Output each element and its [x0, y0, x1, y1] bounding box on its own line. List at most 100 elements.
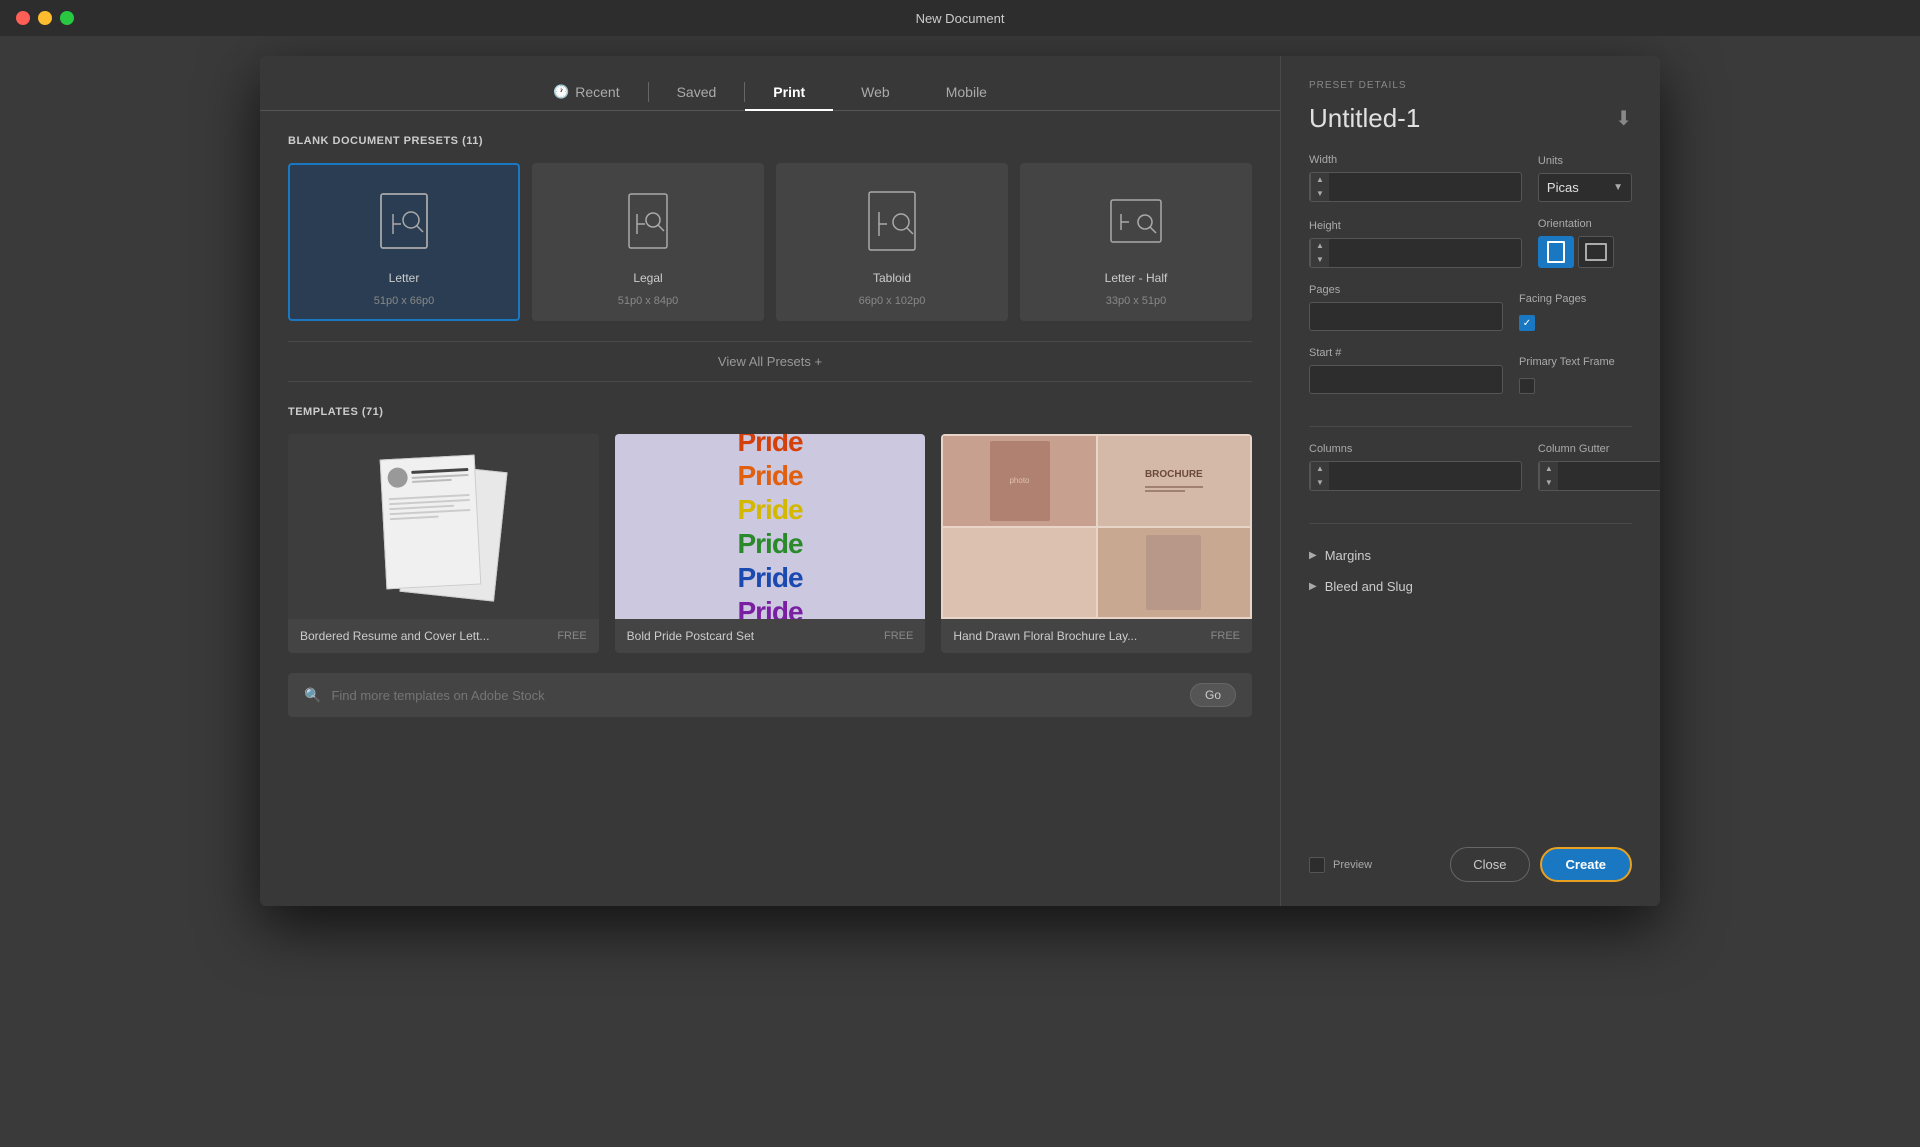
form-group-orientation: Orientation [1538, 218, 1632, 268]
tab-saved[interactable]: Saved [649, 74, 745, 110]
preview-label: Preview [1333, 859, 1372, 871]
search-icon: 🔍 [304, 687, 321, 704]
save-preset-icon[interactable]: ⬇ [1615, 106, 1632, 131]
start-hash-input[interactable]: 1 [1310, 366, 1502, 393]
height-down[interactable]: ▼ [1311, 253, 1329, 267]
orientation-portrait-button[interactable] [1538, 236, 1574, 268]
column-gutter-down[interactable]: ▼ [1540, 476, 1558, 490]
preset-icon-legal [608, 181, 688, 261]
search-go-button[interactable]: Go [1190, 683, 1236, 707]
dialog-wrapper: 🕐 Recent Saved Print Web Mobile [0, 36, 1920, 1147]
preset-card-letter[interactable]: Letter 51p0 x 66p0 [288, 163, 520, 321]
close-window-button[interactable] [16, 11, 30, 25]
maximize-window-button[interactable] [60, 11, 74, 25]
units-select[interactable]: Picas ▼ [1538, 173, 1632, 202]
preset-title-row: Untitled-1 ⬇ [1309, 103, 1632, 134]
templates-grid: Bordered Resume and Cover Lett... FREE P… [288, 434, 1252, 653]
column-gutter-input[interactable]: 1p0 [1558, 463, 1660, 490]
orientation-landscape-button[interactable] [1578, 236, 1614, 268]
preset-label-letter-half: Letter - Half [1105, 271, 1168, 285]
form-group-column-gutter: Column Gutter ▲ ▼ 1p0 [1538, 443, 1660, 491]
form-group-units: Units Picas ▼ [1538, 155, 1632, 202]
tab-web-label: Web [861, 84, 890, 100]
columns-up[interactable]: ▲ [1311, 462, 1329, 476]
template-name-floral: Hand Drawn Floral Brochure Lay... [953, 629, 1137, 643]
template-card-pride[interactable]: Pride Pride Pride Pride Pride Pride Bold… [615, 434, 926, 653]
template-footer-floral: Hand Drawn Floral Brochure Lay... FREE [941, 619, 1252, 653]
form-row-width-units: Width ▲ ▼ 51p0 Units Picas ▼ [1309, 154, 1632, 202]
columns-label: Columns [1309, 443, 1522, 455]
view-all-presets-button[interactable]: View All Presets + [288, 341, 1252, 382]
form-group-primary-text: Primary Text Frame [1519, 356, 1632, 394]
bleed-slug-arrow-icon: ▶ [1309, 581, 1317, 592]
template-thumb-floral: photo BROCHURE [941, 434, 1252, 619]
pages-input-wrapper: 1 [1309, 302, 1503, 331]
divider-2 [1309, 523, 1632, 524]
height-input-wrapper: ▲ ▼ 66p0 [1309, 238, 1522, 268]
form-row-columns-gutter: Columns ▲ ▼ 1 Column Gutter ▲ ▼ [1309, 443, 1632, 491]
bleed-slug-label: Bleed and Slug [1325, 579, 1413, 594]
width-spinner[interactable]: ▲ ▼ [1310, 173, 1329, 201]
facing-pages-checkbox-group: ✓ [1519, 315, 1632, 331]
facing-pages-label: Facing Pages [1519, 293, 1632, 305]
tab-mobile[interactable]: Mobile [918, 74, 1015, 110]
tab-recent[interactable]: 🕐 Recent [525, 74, 648, 110]
template-card-resume[interactable]: Bordered Resume and Cover Lett... FREE [288, 434, 599, 653]
search-input[interactable] [331, 688, 1180, 703]
orientation-group [1538, 236, 1632, 268]
columns-down[interactable]: ▼ [1311, 476, 1329, 490]
columns-input[interactable]: 1 [1329, 463, 1521, 490]
preset-grid: Letter 51p0 x 66p0 [288, 163, 1252, 321]
preview-group: Preview [1309, 857, 1372, 873]
preview-checkbox[interactable] [1309, 857, 1325, 873]
form-group-start: Start # 1 [1309, 347, 1503, 394]
column-gutter-up[interactable]: ▲ [1540, 462, 1558, 476]
form-group-facing-pages: Facing Pages ✓ [1519, 293, 1632, 331]
create-button[interactable]: Create [1540, 847, 1632, 882]
template-name-resume: Bordered Resume and Cover Lett... [300, 629, 489, 643]
bleed-slug-collapsible[interactable]: ▶ Bleed and Slug [1309, 571, 1632, 602]
preset-card-tabloid[interactable]: Tabloid 66p0 x 102p0 [776, 163, 1008, 321]
form-group-pages: Pages 1 [1309, 284, 1503, 331]
width-down[interactable]: ▼ [1311, 187, 1329, 201]
units-label: Units [1538, 155, 1632, 167]
margins-collapsible[interactable]: ▶ Margins [1309, 540, 1632, 571]
preset-icon-tabloid [852, 181, 932, 261]
recent-icon: 🕐 [553, 84, 569, 100]
preset-size-letter: 51p0 x 66p0 [374, 295, 435, 307]
width-up[interactable]: ▲ [1311, 173, 1329, 187]
height-spinner[interactable]: ▲ ▼ [1310, 239, 1329, 267]
preset-card-letter-half[interactable]: Letter - Half 33p0 x 51p0 [1020, 163, 1252, 321]
close-button[interactable]: Close [1450, 847, 1529, 882]
template-card-floral[interactable]: photo BROCHURE [941, 434, 1252, 653]
form-group-columns: Columns ▲ ▼ 1 [1309, 443, 1522, 491]
template-thumb-resume [288, 434, 599, 619]
facing-pages-checkbox[interactable]: ✓ [1519, 315, 1535, 331]
preset-details-label: PRESET DETAILS [1309, 80, 1632, 91]
units-dropdown-arrow: ▼ [1613, 182, 1623, 193]
columns-spinner[interactable]: ▲ ▼ [1310, 462, 1329, 490]
form-group-height: Height ▲ ▼ 66p0 [1309, 220, 1522, 268]
height-input[interactable]: 66p0 [1329, 240, 1521, 267]
column-gutter-spinner[interactable]: ▲ ▼ [1539, 462, 1558, 490]
divider-1 [1309, 426, 1632, 427]
primary-text-frame-checkbox[interactable] [1519, 378, 1535, 394]
height-up[interactable]: ▲ [1311, 239, 1329, 253]
units-select-text: Picas [1547, 180, 1613, 195]
right-panel: PRESET DETAILS Untitled-1 ⬇ Width ▲ ▼ 51… [1280, 56, 1660, 906]
tab-recent-label: Recent [575, 84, 619, 100]
pages-input[interactable]: 1 [1310, 303, 1502, 330]
width-input[interactable]: 51p0 [1329, 174, 1521, 201]
template-footer-pride: Bold Pride Postcard Set FREE [615, 619, 926, 653]
preset-card-legal[interactable]: Legal 51p0 x 84p0 [532, 163, 764, 321]
bottom-actions: Preview Close Create [1309, 823, 1632, 882]
tab-web[interactable]: Web [833, 74, 918, 110]
tab-print[interactable]: Print [745, 74, 833, 110]
preset-icon-letter [364, 181, 444, 261]
action-buttons: Close Create [1450, 847, 1632, 882]
minimize-window-button[interactable] [38, 11, 52, 25]
primary-text-frame-label: Primary Text Frame [1519, 356, 1632, 368]
preset-size-letter-half: 33p0 x 51p0 [1106, 295, 1167, 307]
preset-size-legal: 51p0 x 84p0 [618, 295, 679, 307]
template-thumb-pride: Pride Pride Pride Pride Pride Pride [615, 434, 926, 619]
